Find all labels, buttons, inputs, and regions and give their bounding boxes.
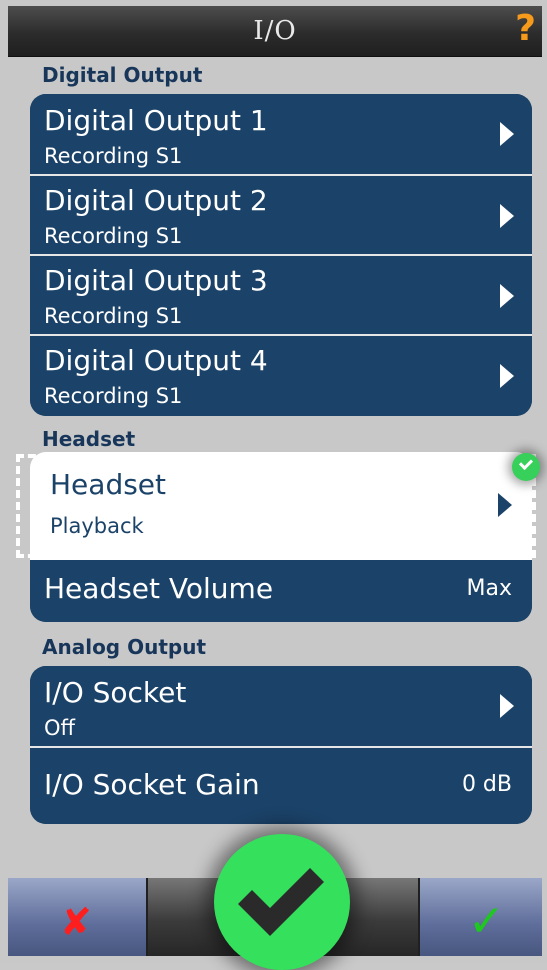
page-title: I/O	[253, 16, 297, 46]
list-item-digital-output-4[interactable]: Digital Output 4 Recording S1	[30, 334, 532, 416]
title-bar: I/O ?	[8, 6, 542, 57]
confirm-button[interactable]: ✓	[418, 878, 542, 956]
row-label: Digital Output 2	[44, 184, 268, 217]
digital-output-card: Digital Output 1 Recording S1 Digital Ou…	[30, 94, 532, 416]
row-value: 0 dB	[461, 772, 512, 797]
row-label: Digital Output 3	[44, 264, 268, 297]
section-title-analog-output: Analog Output	[42, 635, 207, 659]
screen: I/O ? Digital Output Digital Output 1 Re…	[0, 0, 547, 970]
row-value: Recording S1	[44, 304, 183, 328]
list-item-digital-output-2[interactable]: Digital Output 2 Recording S1	[30, 174, 532, 256]
chevron-right-icon	[500, 364, 514, 388]
list-item-headset-volume[interactable]: Headset Volume Max	[30, 556, 532, 622]
list-item-digital-output-3[interactable]: Digital Output 3 Recording S1	[30, 254, 532, 336]
analog-output-card: I/O Socket Off I/O Socket Gain 0 dB	[30, 666, 532, 824]
focus-outline	[16, 454, 536, 558]
row-label: Digital Output 4	[44, 344, 268, 377]
section-title-headset: Headset	[42, 427, 136, 451]
check-badge-icon	[512, 453, 540, 481]
row-value: Recording S1	[44, 224, 183, 248]
row-value: Recording S1	[44, 384, 183, 408]
row-label: Digital Output 1	[44, 104, 268, 137]
big-confirm-button[interactable]	[214, 834, 350, 970]
list-item-io-socket-gain[interactable]: I/O Socket Gain 0 dB	[30, 746, 532, 824]
row-value: Off	[44, 716, 75, 740]
row-label: I/O Socket Gain	[44, 768, 260, 801]
cancel-button[interactable]: ✘	[8, 878, 148, 956]
section-title-digital-output: Digital Output	[42, 63, 203, 87]
chevron-right-icon	[500, 204, 514, 228]
list-item-digital-output-1[interactable]: Digital Output 1 Recording S1	[30, 94, 532, 174]
big-check-icon	[238, 868, 324, 936]
list-item-io-socket[interactable]: I/O Socket Off	[30, 666, 532, 746]
row-label: Headset Volume	[44, 572, 274, 605]
row-value: Recording S1	[44, 144, 183, 168]
help-icon[interactable]: ?	[515, 8, 536, 49]
row-value: Max	[466, 576, 512, 601]
chevron-right-icon	[500, 284, 514, 308]
row-label: I/O Socket	[44, 676, 187, 709]
chevron-right-icon	[500, 122, 514, 146]
x-icon: ✘	[60, 900, 92, 944]
chevron-right-icon	[500, 694, 514, 718]
check-icon: ✓	[468, 896, 505, 947]
